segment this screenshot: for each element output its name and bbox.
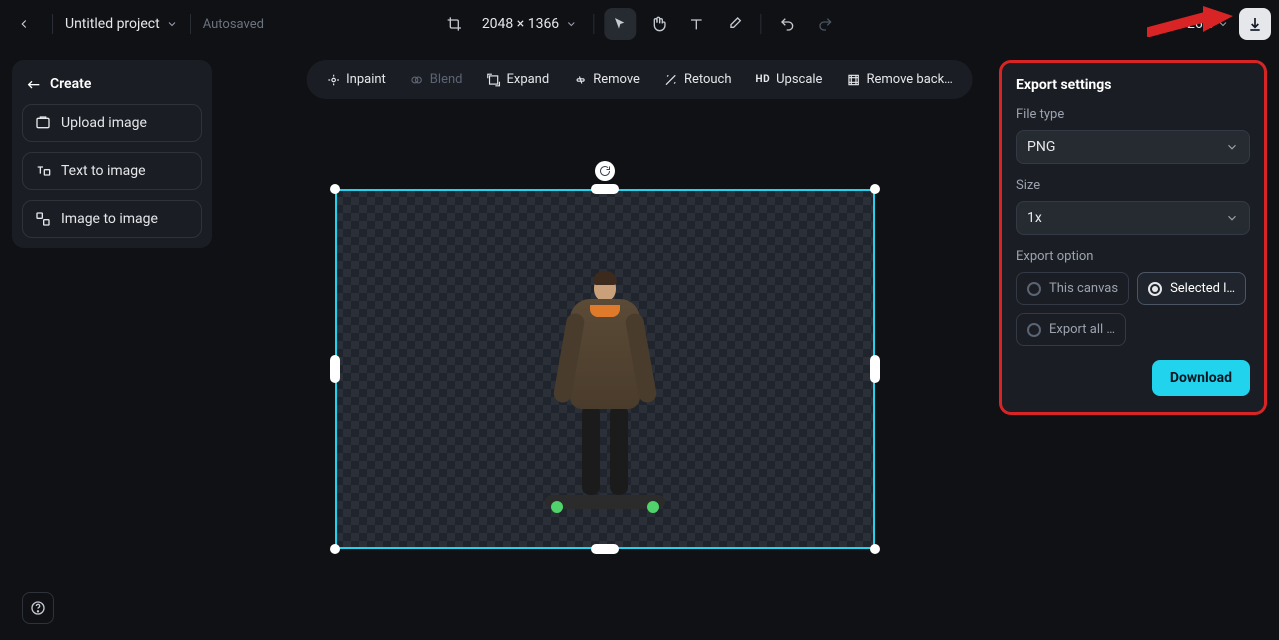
image-to-image-icon [35, 211, 51, 227]
divider [760, 14, 761, 34]
radio-icon [1027, 323, 1041, 337]
file-type-value: PNG [1027, 139, 1055, 155]
divider [593, 14, 594, 34]
resize-handle-bl[interactable] [330, 544, 340, 554]
resize-handle-right[interactable] [870, 355, 880, 383]
tool-remove[interactable]: Remove [563, 66, 650, 93]
sidebar-create-panel: Create Upload image Text to image Image … [12, 60, 212, 248]
canvas-selection[interactable] [335, 189, 875, 549]
remove-icon [573, 73, 587, 87]
canvas-dimensions-text: 2048 × 1366 [482, 16, 559, 32]
removebg-icon [846, 73, 860, 87]
file-type-select[interactable]: PNG [1016, 130, 1250, 164]
undo-button[interactable] [771, 8, 803, 40]
tool-retouch[interactable]: Retouch [654, 66, 742, 93]
help-button[interactable] [22, 592, 54, 624]
export-option-this-canvas[interactable]: This canvas [1016, 272, 1129, 305]
retouch-label: Retouch [684, 72, 732, 87]
remove-label: Remove [593, 72, 640, 87]
canvas-area[interactable] [230, 108, 979, 630]
export-option-selected-layer[interactable]: Selected l… [1137, 272, 1246, 305]
download-icon-button[interactable] [1239, 8, 1271, 40]
tool-upscale[interactable]: HD Upscale [746, 66, 833, 93]
redo-button[interactable] [809, 8, 841, 40]
upscale-label: Upscale [776, 72, 822, 87]
create-icon [26, 76, 42, 92]
retouch-icon [664, 73, 678, 87]
expand-label: Expand [506, 72, 549, 87]
rotate-handle[interactable] [595, 161, 615, 181]
cursor-tool[interactable] [604, 8, 636, 40]
download-button[interactable]: Download [1152, 360, 1250, 396]
canvas-dimensions[interactable]: 2048 × 1366 [476, 16, 583, 32]
project-title-text: Untitled project [65, 16, 160, 32]
action-toolbar: Inpaint Blend Expand Remove Retouch HD U… [306, 60, 973, 99]
sidebar-header: Create [22, 70, 202, 104]
chevron-down-icon [1225, 211, 1239, 225]
divider [190, 14, 191, 34]
back-button[interactable] [8, 8, 40, 40]
size-select[interactable]: 1x [1016, 201, 1250, 235]
export-title: Export settings [1016, 77, 1250, 93]
opt-canvas-label: This canvas [1049, 281, 1118, 296]
crop-button[interactable] [438, 8, 470, 40]
hd-icon: HD [756, 74, 771, 85]
sidebar-title: Create [50, 76, 91, 92]
export-settings-panel: Export settings File type PNG Size 1x Ex… [999, 60, 1267, 415]
resize-handle-br[interactable] [870, 544, 880, 554]
blend-label: Blend [430, 72, 463, 87]
size-value: 1x [1027, 210, 1042, 226]
tool-blend: Blend [400, 66, 473, 93]
resize-handle-bottom[interactable] [591, 544, 619, 554]
tool-inpaint[interactable]: Inpaint [316, 66, 396, 93]
resize-handle-left[interactable] [330, 355, 340, 383]
resize-handle-tl[interactable] [330, 184, 340, 194]
project-title[interactable]: Untitled project [65, 16, 178, 32]
chevron-down-icon [1217, 18, 1229, 30]
file-type-label: File type [1016, 107, 1250, 122]
export-option-label: Export option [1016, 249, 1250, 264]
hand-tool[interactable] [642, 8, 674, 40]
opt-selected-label: Selected l… [1170, 281, 1235, 296]
radio-icon [1148, 282, 1162, 296]
size-label: Size [1016, 178, 1250, 193]
blend-icon [410, 73, 424, 87]
radio-icon [1027, 282, 1041, 296]
zoom-text: 26% [1187, 16, 1213, 32]
tool-expand[interactable]: Expand [476, 66, 559, 93]
resize-handle-tr[interactable] [870, 184, 880, 194]
chevron-down-icon [166, 18, 178, 30]
removebg-label: Remove back… [866, 72, 952, 87]
text-to-image-icon [35, 163, 51, 179]
zoom-level[interactable]: 26% [1183, 16, 1233, 32]
image-to-image-button[interactable]: Image to image [22, 200, 202, 238]
autosaved-status: Autosaved [203, 17, 264, 32]
chevron-down-icon [1225, 140, 1239, 154]
inpaint-label: Inpaint [346, 72, 386, 87]
resize-handle-top[interactable] [591, 184, 619, 194]
canvas-image-person-skateboard [545, 259, 665, 509]
opt-all-label: Export all … [1049, 322, 1115, 337]
chevron-down-icon [565, 18, 577, 30]
upload-icon [35, 115, 51, 131]
text-to-image-button[interactable]: Text to image [22, 152, 202, 190]
upload-image-button[interactable]: Upload image [22, 104, 202, 142]
tool-remove-background[interactable]: Remove back… [836, 66, 962, 93]
text-tool[interactable] [680, 8, 712, 40]
export-option-export-all[interactable]: Export all … [1016, 313, 1126, 346]
image-to-image-label: Image to image [61, 211, 158, 227]
expand-icon [486, 73, 500, 87]
eyedropper-tool[interactable] [718, 8, 750, 40]
inpaint-icon [326, 73, 340, 87]
divider [52, 14, 53, 34]
text-to-image-label: Text to image [61, 163, 146, 179]
upload-label: Upload image [61, 115, 147, 131]
